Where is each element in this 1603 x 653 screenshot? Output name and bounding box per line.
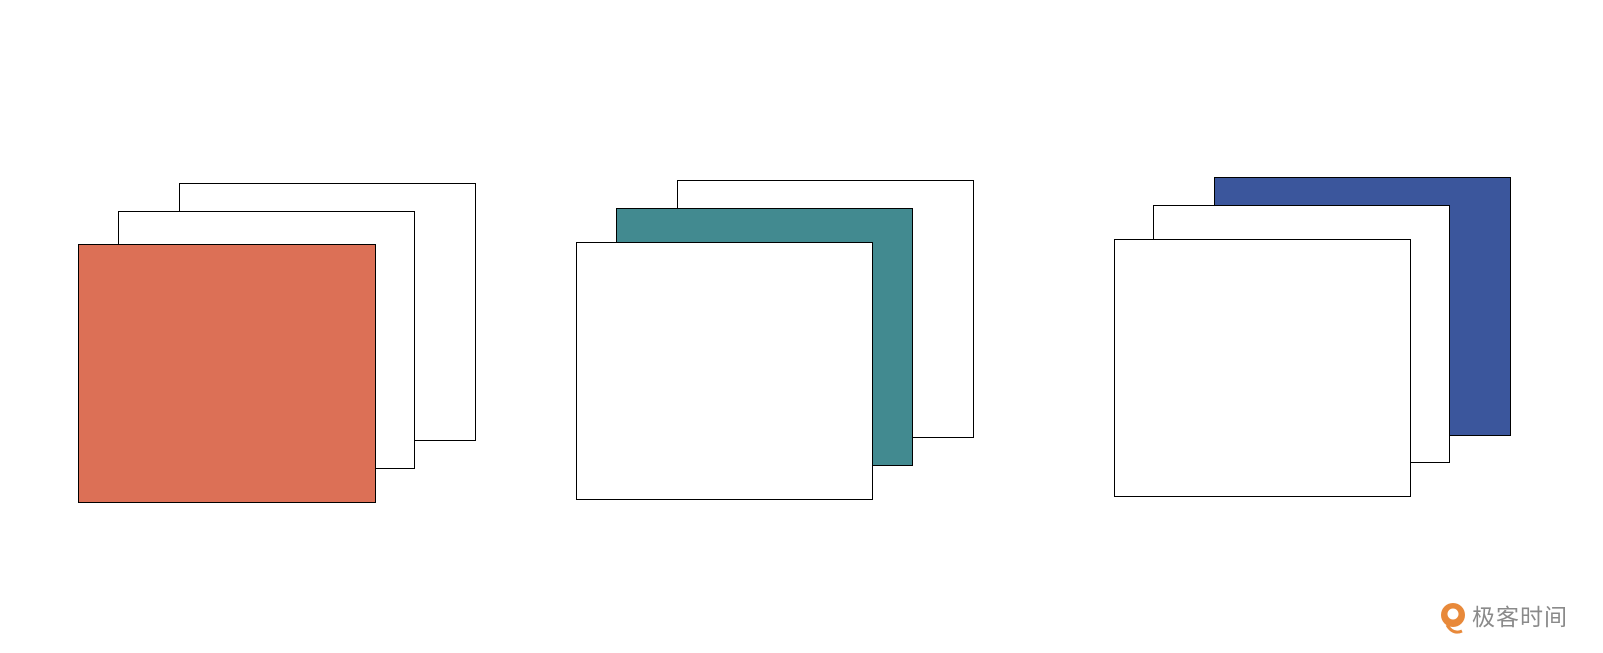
watermark: 极客时间 [1438,601,1568,635]
diagram-canvas: 极客时间 [0,0,1603,653]
stack3-front-layer [1114,239,1411,497]
stack-back-highlighted [0,0,1603,653]
watermark-text: 极客时间 [1472,605,1568,631]
geektime-logo-icon [1441,603,1465,634]
